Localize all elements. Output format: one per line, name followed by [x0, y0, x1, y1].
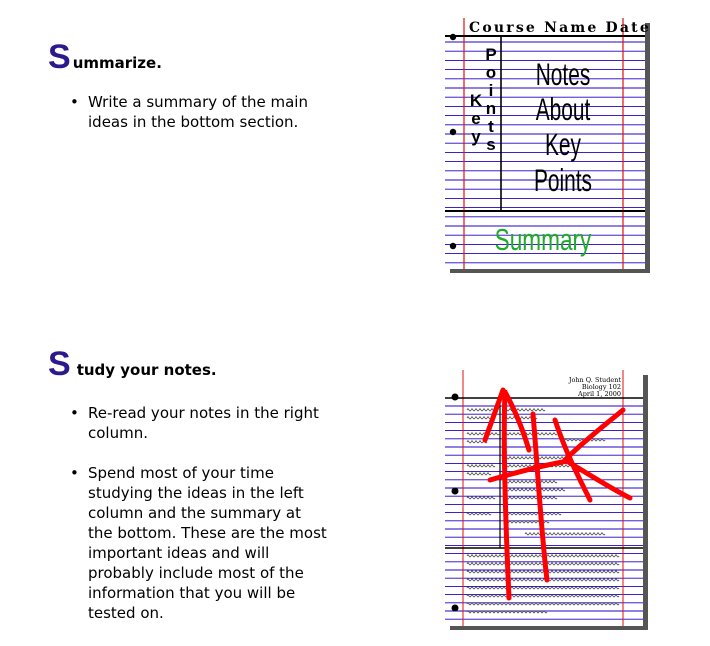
svg-text:Points: Points [534, 163, 592, 198]
cornell-notes-diagram: Course Name Date K e y P o i n t s Notes… [445, 18, 655, 274]
svg-text:Key: Key [545, 127, 582, 162]
svg-text:P: P [485, 45, 496, 64]
svg-text:K: K [470, 91, 483, 110]
study-sheet-date: April 1, 2000 [577, 390, 621, 398]
svg-text:e: e [471, 109, 480, 128]
svg-text:Notes: Notes [536, 57, 591, 92]
svg-text:s: s [486, 135, 495, 154]
marked-study-sheet: John Q. Student Biology 102 April 1, 200… [445, 370, 655, 632]
study-heading-text: tudy your notes. [76, 361, 217, 379]
study-initial: S [48, 345, 71, 383]
study-sheet-svg: John Q. Student Biology 102 April 1, 200… [445, 370, 643, 626]
svg-text:About: About [536, 92, 591, 127]
diagram-header: Course Name Date [469, 20, 651, 36]
summarize-heading-text: ummarize. [72, 54, 162, 72]
svg-text:y: y [471, 127, 481, 146]
diagram-summary-label: Summary [495, 223, 592, 257]
study-bullet-reread: Re-read your notes in the right column. [68, 403, 330, 443]
svg-text:t: t [488, 117, 494, 136]
svg-text:n: n [486, 99, 496, 118]
summarize-list: Write a summary of the main ideas in the… [68, 92, 308, 132]
summarize-bullet: Write a summary of the main ideas in the… [68, 92, 308, 132]
cornell-notes-page-svg: Course Name Date K e y P o i n t s Notes… [445, 18, 651, 269]
study-heading: S tudy your notes. [48, 347, 217, 381]
summarize-initial: S [48, 38, 71, 76]
svg-text:o: o [486, 63, 496, 82]
svg-text:i: i [489, 81, 494, 100]
study-bullet-spend-time: Spend most of your time studying the ide… [68, 463, 330, 623]
summarize-heading: S ummarize. [48, 40, 162, 74]
study-list: Re-read your notes in the right column. … [68, 403, 330, 623]
